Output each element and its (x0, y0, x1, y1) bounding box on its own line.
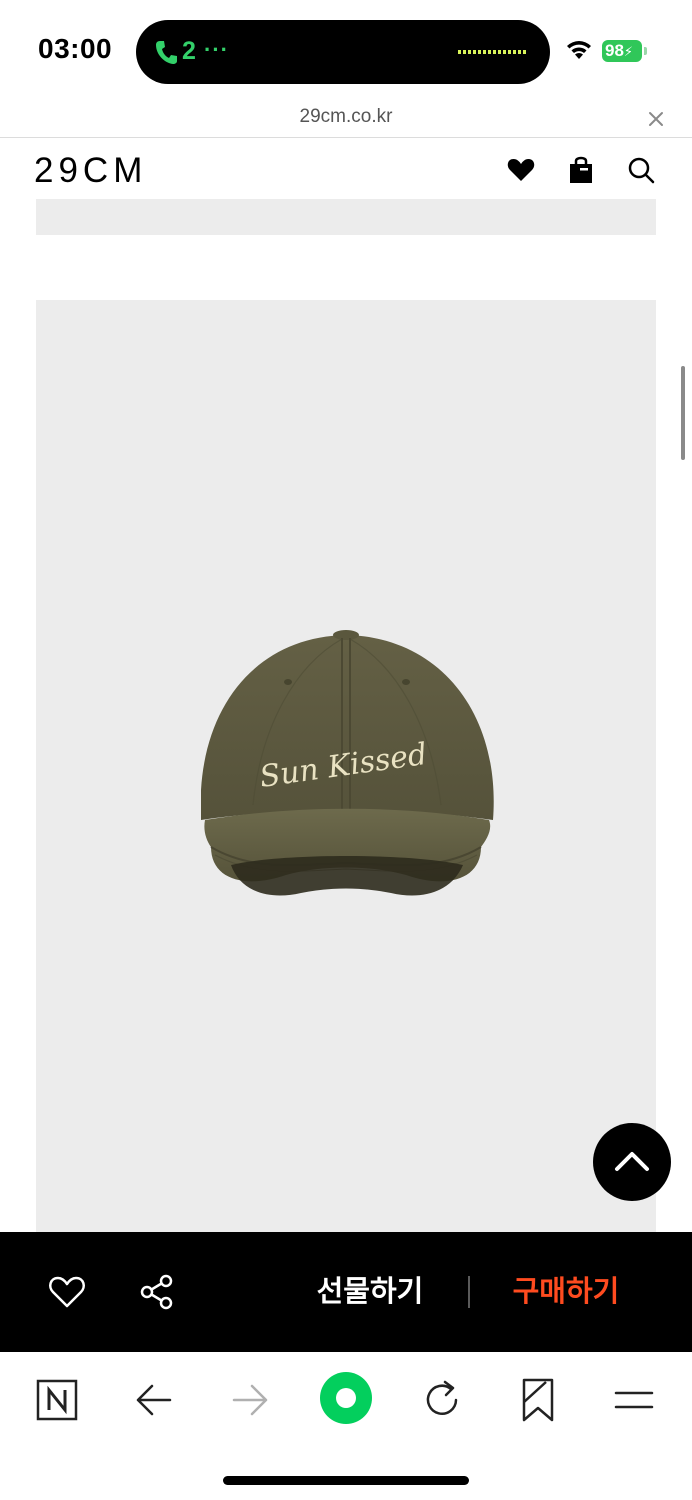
naver-home-icon[interactable] (33, 1376, 81, 1424)
close-icon[interactable] (646, 109, 666, 129)
menu-icon[interactable] (610, 1376, 658, 1424)
status-time: 03:00 (38, 33, 113, 64)
search-icon[interactable] (626, 155, 656, 185)
purchase-bar: 선물하기 구매하기 (0, 1232, 692, 1352)
dynamic-island[interactable]: 2 ··· (136, 20, 550, 84)
baseball-cap-image: Sun Kissed (201, 630, 494, 896)
call-duration: 2 (182, 37, 196, 65)
forward-arrow-icon[interactable] (226, 1376, 274, 1424)
scroll-top-button[interactable] (593, 1123, 671, 1201)
scroll-indicator[interactable] (681, 366, 685, 460)
url-bar[interactable]: 29cm.co.kr (0, 100, 692, 138)
heart-icon[interactable] (506, 155, 536, 185)
browser-toolbar (0, 1352, 692, 1500)
gift-button[interactable]: 선물하기 (300, 1270, 440, 1314)
battery-level: 98 (605, 41, 624, 60)
battery-indicator: 98⚡ (602, 40, 642, 62)
status-bar: 03:00 2 ··· 98⚡ (0, 0, 692, 100)
call-more: ··· (204, 37, 229, 62)
share-icon[interactable] (138, 1273, 176, 1311)
site-logo[interactable]: 29CM (34, 151, 147, 191)
wifi-icon (567, 41, 591, 59)
bookmark-icon[interactable] (514, 1376, 562, 1424)
shopping-bag-icon[interactable] (566, 155, 596, 185)
url-text[interactable]: 29cm.co.kr (0, 106, 692, 128)
banner-placeholder (36, 199, 656, 235)
audio-wave-indicator (458, 50, 528, 54)
green-dot-icon[interactable] (318, 1370, 374, 1426)
home-indicator[interactable] (223, 1476, 469, 1485)
chevron-up-icon (615, 1152, 649, 1171)
heart-outline-icon[interactable] (48, 1273, 86, 1311)
product-image[interactable]: Sun Kissed (36, 300, 656, 1240)
charging-icon: ⚡ (623, 44, 634, 59)
battery-nub (644, 47, 647, 55)
refresh-icon[interactable] (418, 1376, 466, 1424)
divider (468, 1276, 470, 1308)
back-arrow-icon[interactable] (130, 1376, 178, 1424)
phone-icon (156, 41, 177, 64)
buy-button[interactable]: 구매하기 (496, 1270, 636, 1314)
site-header: 29CM (0, 139, 692, 199)
